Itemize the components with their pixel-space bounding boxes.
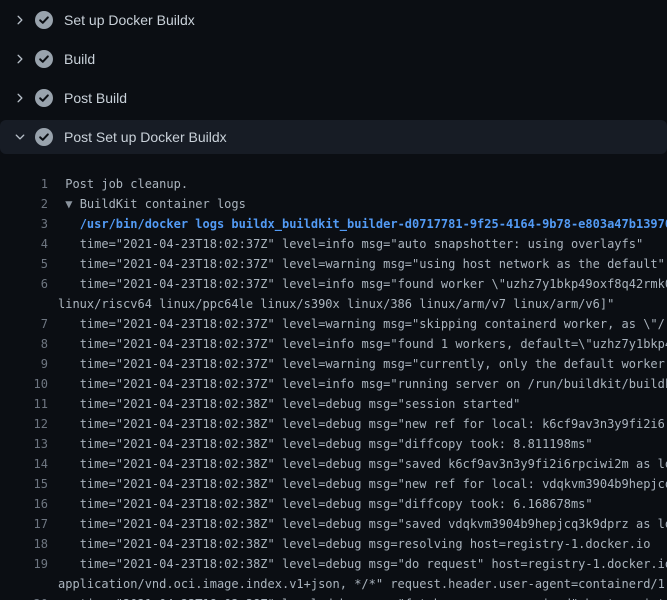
line-number[interactable]: 2	[0, 194, 48, 214]
log-line: 7 time="2021-04-23T18:02:37Z" level=warn…	[0, 314, 667, 334]
log-line: 15 time="2021-04-23T18:02:38Z" level=deb…	[0, 474, 667, 494]
log-line-text: time="2021-04-23T18:02:37Z" level=info m…	[58, 374, 667, 394]
log-line-text: Post job cleanup.	[58, 174, 188, 194]
log-line: 2 ▼ BuildKit container logs	[0, 194, 667, 214]
log-line: 13 time="2021-04-23T18:02:38Z" level=deb…	[0, 434, 667, 454]
log-line-text: time="2021-04-23T18:02:37Z" level=warnin…	[58, 354, 667, 374]
check-circle-icon	[35, 89, 53, 107]
log-line: 19 time="2021-04-23T18:02:38Z" level=deb…	[0, 554, 667, 574]
log-line: 12 time="2021-04-23T18:02:38Z" level=deb…	[0, 414, 667, 434]
line-number[interactable]: 16	[0, 494, 48, 514]
check-circle-icon	[35, 11, 53, 29]
line-number[interactable]: 7	[0, 314, 48, 334]
check-circle-icon	[35, 50, 53, 68]
step-row-post-build[interactable]: Post Build	[0, 81, 667, 115]
log-line: 16 time="2021-04-23T18:02:38Z" level=deb…	[0, 494, 667, 514]
steps-list: Set up Docker Buildx Build P	[0, 0, 667, 154]
workflow-log-viewer: Set up Docker Buildx Build P	[0, 0, 667, 600]
log-line-text: time="2021-04-23T18:02:37Z" level=warnin…	[58, 254, 665, 274]
log-line-text: time="2021-04-23T18:02:38Z" level=debug …	[58, 454, 667, 474]
log-line-text: time="2021-04-23T18:02:38Z" level=debug …	[58, 434, 593, 454]
log-line-text: ▼ BuildKit container logs	[58, 194, 246, 214]
log-line-text: linux/riscv64 linux/ppc64le linux/s390x …	[58, 294, 614, 314]
line-number[interactable]: 8	[0, 334, 48, 354]
line-number[interactable]: 4	[0, 234, 48, 254]
line-number[interactable]: 13	[0, 434, 48, 454]
log-line-text: time="2021-04-23T18:02:38Z" level=debug …	[58, 414, 667, 434]
line-number[interactable]: 1	[0, 174, 48, 194]
log-line-text: time="2021-04-23T18:02:38Z" level=debug …	[58, 474, 667, 494]
chevron-down-icon[interactable]	[12, 129, 28, 145]
log-line: 5 time="2021-04-23T18:02:37Z" level=warn…	[0, 254, 667, 274]
step-label: Build	[64, 51, 95, 67]
step-label: Post Set up Docker Buildx	[64, 129, 227, 145]
log-panel: 1 Post job cleanup. 2 ▼ BuildKit contain…	[0, 159, 667, 600]
step-label: Set up Docker Buildx	[64, 12, 195, 28]
line-number	[0, 294, 48, 314]
log-line: 17 time="2021-04-23T18:02:38Z" level=deb…	[0, 514, 667, 534]
line-number[interactable]: 10	[0, 374, 48, 394]
log-line: 3 /usr/bin/docker logs buildx_buildkit_b…	[0, 214, 667, 234]
log-line: linux/riscv64 linux/ppc64le linux/s390x …	[0, 294, 667, 314]
log-line-text: time="2021-04-23T18:02:38Z" level=debug …	[58, 534, 650, 554]
log-line-text: time="2021-04-23T18:02:38Z" level=debug …	[58, 514, 667, 534]
step-row-build[interactable]: Build	[0, 42, 667, 76]
log-line: 1 Post job cleanup.	[0, 174, 667, 194]
log-line-text: application/vnd.oci.image.index.v1+json,…	[58, 574, 667, 594]
step-row-set-up-docker-buildx[interactable]: Set up Docker Buildx	[0, 3, 667, 37]
chevron-right-icon[interactable]	[12, 51, 28, 67]
step-label: Post Build	[64, 90, 127, 106]
line-number[interactable]: 19	[0, 554, 48, 574]
chevron-right-icon[interactable]	[12, 90, 28, 106]
log-line: 9 time="2021-04-23T18:02:37Z" level=warn…	[0, 354, 667, 374]
log-line-text: time="2021-04-23T18:02:37Z" level=warnin…	[58, 314, 667, 334]
log-line: 10 time="2021-04-23T18:02:37Z" level=inf…	[0, 374, 667, 394]
log-line-text: time="2021-04-23T18:02:37Z" level=info m…	[58, 334, 667, 354]
check-circle-icon	[35, 128, 53, 146]
line-number[interactable]: 9	[0, 354, 48, 374]
line-number[interactable]: 18	[0, 534, 48, 554]
log-line: 8 time="2021-04-23T18:02:37Z" level=info…	[0, 334, 667, 354]
log-line: 18 time="2021-04-23T18:02:38Z" level=deb…	[0, 534, 667, 554]
log-line-text: time="2021-04-23T18:02:37Z" level=info m…	[58, 234, 643, 254]
log-line-text: time="2021-04-23T18:02:38Z" level=debug …	[58, 394, 520, 414]
log-line-text: time="2021-04-23T18:02:38Z" level=debug …	[58, 494, 593, 514]
log-line-text: time="2021-04-23T18:02:38Z" level=debug …	[58, 554, 667, 574]
line-number[interactable]: 20	[0, 594, 48, 600]
log-line-text: time="2021-04-23T18:02:37Z" level=info m…	[58, 274, 667, 294]
line-number[interactable]: 12	[0, 414, 48, 434]
line-number[interactable]: 3	[0, 214, 48, 234]
log-line-text: /usr/bin/docker logs buildx_buildkit_bui…	[58, 214, 667, 234]
log-line: application/vnd.oci.image.index.v1+json,…	[0, 574, 667, 594]
line-number[interactable]: 11	[0, 394, 48, 414]
line-number[interactable]: 14	[0, 454, 48, 474]
line-number	[0, 574, 48, 594]
line-number[interactable]: 6	[0, 274, 48, 294]
line-number[interactable]: 5	[0, 254, 48, 274]
chevron-right-icon[interactable]	[12, 12, 28, 28]
log-line: 14 time="2021-04-23T18:02:38Z" level=deb…	[0, 454, 667, 474]
log-line: 11 time="2021-04-23T18:02:38Z" level=deb…	[0, 394, 667, 414]
line-number[interactable]: 15	[0, 474, 48, 494]
line-number[interactable]: 17	[0, 514, 48, 534]
triangle-down-icon[interactable]: ▼	[65, 197, 72, 211]
log-line: 20 time="2021-04-23T18:02:38Z" level=deb…	[0, 594, 667, 600]
log-line-text: time="2021-04-23T18:02:38Z" level=debug …	[58, 594, 667, 600]
log-line: 4 time="2021-04-23T18:02:37Z" level=info…	[0, 234, 667, 254]
log-line: 6 time="2021-04-23T18:02:37Z" level=info…	[0, 274, 667, 294]
step-row-post-set-up-docker-buildx[interactable]: Post Set up Docker Buildx	[0, 120, 667, 154]
